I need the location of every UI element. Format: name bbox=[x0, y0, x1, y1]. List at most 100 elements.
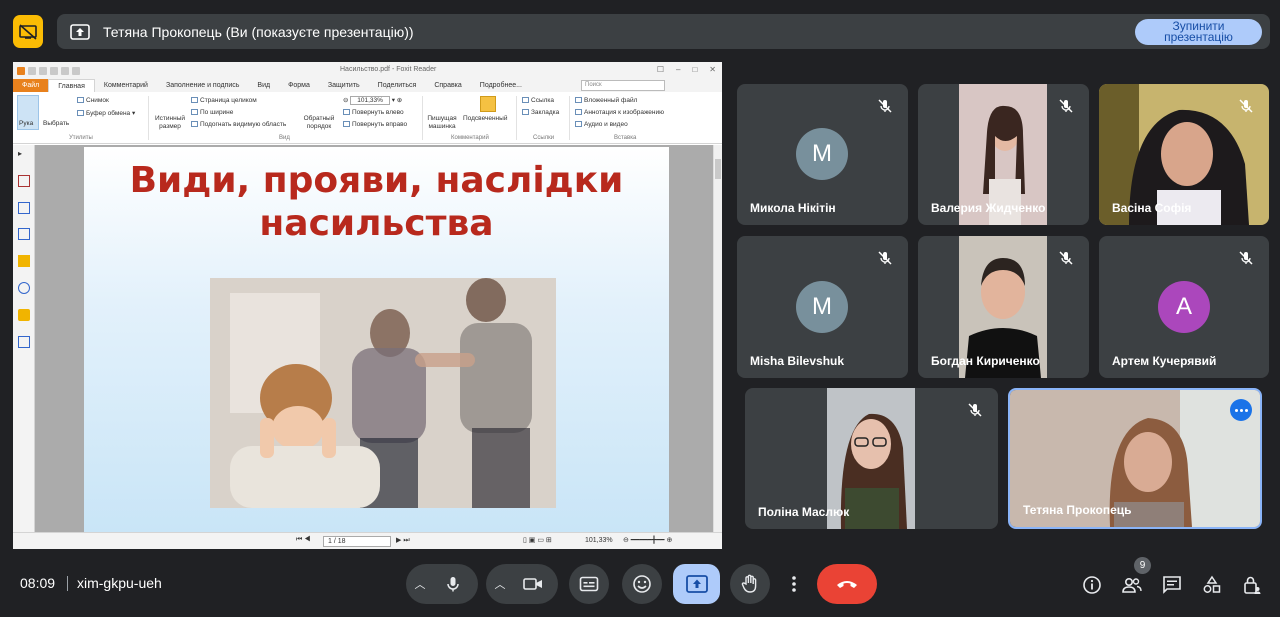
document-canvas[interactable]: Види, прояви, наслідки насильства bbox=[35, 145, 713, 532]
present-screen-icon bbox=[685, 575, 708, 593]
slide-photo bbox=[210, 278, 556, 508]
participant-name: Васіна Софія bbox=[1112, 201, 1192, 215]
window-controls[interactable]: ☐ – □ ✕ bbox=[657, 65, 716, 74]
more-options-icon[interactable] bbox=[1230, 399, 1252, 421]
lock-person-icon bbox=[1244, 576, 1261, 594]
tab-form[interactable]: Форма bbox=[279, 79, 319, 92]
participant-name: Поліна Маслюк bbox=[758, 505, 850, 519]
presenting-indicator-icon bbox=[13, 15, 43, 48]
select-tool-button[interactable]: Выбрать bbox=[43, 120, 69, 127]
more-options-button[interactable] bbox=[782, 564, 806, 604]
tab-protect[interactable]: Защитить bbox=[319, 79, 369, 92]
fit-width-button[interactable]: По ширине bbox=[191, 109, 233, 116]
rotate-right-button[interactable]: Повернуть вправо bbox=[343, 121, 407, 128]
close-icon[interactable]: ✕ bbox=[709, 65, 716, 74]
fit-visible-button[interactable]: Подогнать видимую область bbox=[191, 121, 286, 128]
tab-file[interactable]: Файл bbox=[13, 79, 49, 92]
participant-tile[interactable]: Васіна Софія bbox=[1099, 84, 1269, 225]
activities-button[interactable] bbox=[1200, 573, 1224, 597]
fit-page-button[interactable]: Страница целиком bbox=[191, 97, 257, 104]
microphone-control: ︿ bbox=[406, 564, 478, 604]
zoom-field[interactable]: ⊖ 101,33% ▾ ⊕ bbox=[343, 96, 402, 105]
people-button[interactable] bbox=[1120, 573, 1144, 597]
camera-button[interactable] bbox=[511, 564, 555, 604]
page-nav-next-icon[interactable]: ▶ ⏭ bbox=[396, 536, 410, 545]
participant-tile[interactable]: Богдан Кириченко bbox=[918, 236, 1089, 378]
participant-count-badge: 9 bbox=[1134, 557, 1151, 574]
pdf-vertical-scrollbar[interactable] bbox=[713, 145, 722, 532]
view-mode-icons[interactable]: ▯ ▣ ▭ ⊞ bbox=[523, 536, 552, 544]
presentation-banner: Тетяна Прокопець (Ви (показуєте презента… bbox=[57, 14, 1270, 49]
bookmarks-icon[interactable] bbox=[18, 175, 30, 187]
participant-tile[interactable]: A Артем Кучерявий bbox=[1099, 236, 1269, 378]
quick-access-toolbar[interactable] bbox=[17, 66, 80, 75]
people-icon bbox=[1122, 577, 1142, 593]
page-nav-prev-icon[interactable]: ⏮ ◀ bbox=[296, 536, 311, 544]
layers-icon[interactable] bbox=[18, 228, 30, 240]
present-now-button[interactable] bbox=[673, 564, 720, 604]
avatar: M bbox=[796, 281, 848, 333]
self-view-tile[interactable]: Тетяна Прокопець bbox=[1008, 388, 1262, 529]
chat-button[interactable] bbox=[1160, 573, 1184, 597]
presenter-title: Тетяна Прокопець (Ви (показуєте презента… bbox=[103, 23, 414, 40]
zoom-slider[interactable]: ⊖ ━━━━━╋━━ ⊕ bbox=[623, 536, 672, 544]
group-insert: Вставка bbox=[614, 135, 637, 141]
maximize-icon[interactable]: □ bbox=[692, 65, 697, 74]
shared-screen: Насильство.pdf - Foxit Reader ☐ – □ ✕ Файл … bbox=[13, 62, 722, 549]
audio-options-chevron-icon[interactable]: ︿ bbox=[409, 564, 431, 604]
participant-tile[interactable]: Валерия Жидченко bbox=[918, 84, 1089, 225]
comments-icon[interactable] bbox=[18, 255, 30, 267]
hand-icon bbox=[741, 574, 757, 593]
bookmark-button[interactable]: Закладка bbox=[522, 109, 559, 116]
panel-expand-icon[interactable]: ▸ bbox=[18, 149, 30, 161]
security-lock-icon[interactable] bbox=[18, 309, 30, 321]
host-controls-button[interactable] bbox=[1240, 573, 1264, 597]
slide-title: Види, прояви, наслідки насильства bbox=[129, 160, 624, 244]
typewriter-button[interactable]: Пишущая машинка bbox=[424, 115, 460, 131]
signature-icon[interactable] bbox=[18, 336, 30, 348]
page-number-input[interactable]: 1 / 18 bbox=[323, 536, 391, 547]
captions-button[interactable] bbox=[569, 564, 609, 604]
ribbon-toggle-icon[interactable]: ☐ bbox=[657, 65, 664, 74]
tab-fill-sign[interactable]: Заполнение и подпись bbox=[157, 79, 248, 92]
highlight-icon[interactable] bbox=[480, 96, 496, 112]
participant-tile[interactable]: Поліна Маслюк bbox=[745, 388, 998, 529]
group-view: Вид bbox=[279, 135, 290, 141]
mic-muted-icon bbox=[968, 403, 982, 417]
participant-tile[interactable]: M Микола Нікітін bbox=[737, 84, 908, 225]
minimize-icon[interactable]: – bbox=[676, 65, 680, 74]
tab-home[interactable]: Главная bbox=[48, 79, 95, 92]
reverse-order-button[interactable]: Обратный порядок bbox=[302, 115, 336, 131]
ribbon: Рука Выбрать Снимок Буфер обмена ▾ Утили… bbox=[13, 92, 722, 144]
reactions-button[interactable] bbox=[622, 564, 662, 604]
tab-comment[interactable]: Комментарий bbox=[95, 79, 157, 92]
clipboard-button[interactable]: Буфер обмена ▾ bbox=[77, 109, 135, 117]
pages-icon[interactable] bbox=[18, 202, 30, 214]
emoji-icon bbox=[633, 575, 651, 593]
microphone-button[interactable] bbox=[431, 564, 475, 604]
participant-tile[interactable]: M Misha Bilevshuk bbox=[737, 236, 908, 378]
present-screen-icon bbox=[69, 23, 91, 41]
image-annotation-button[interactable]: Аннотация к изображению bbox=[575, 109, 664, 116]
highlight-button[interactable]: Подсвеченный bbox=[463, 115, 507, 122]
actual-size-button[interactable]: Истинный размер bbox=[153, 115, 187, 131]
tab-share[interactable]: Поделиться bbox=[369, 79, 426, 92]
leave-call-button[interactable] bbox=[817, 564, 877, 604]
tab-more[interactable]: Подробнее... bbox=[471, 79, 531, 92]
camera-control: ︿ bbox=[486, 564, 558, 604]
snapshot-button[interactable]: Снимок bbox=[77, 97, 109, 104]
participant-name: Misha Bilevshuk bbox=[750, 354, 845, 368]
link-button[interactable]: Ссылка bbox=[522, 97, 554, 104]
tab-help[interactable]: Справка bbox=[425, 79, 470, 92]
attachments-icon[interactable] bbox=[18, 282, 30, 294]
pdf-search-input[interactable]: Поиск bbox=[581, 80, 665, 91]
activities-icon bbox=[1203, 575, 1221, 593]
stop-presenting-button[interactable]: Зупинити презентацію bbox=[1135, 19, 1262, 45]
meeting-details-button[interactable] bbox=[1080, 573, 1104, 597]
rotate-left-button[interactable]: Повернуть влево bbox=[343, 109, 404, 116]
tab-view[interactable]: Вид bbox=[248, 79, 279, 92]
attachment-button[interactable]: Вложенный файл bbox=[575, 97, 637, 104]
audio-video-button[interactable]: Аудио и видео bbox=[575, 121, 628, 128]
video-options-chevron-icon[interactable]: ︿ bbox=[489, 564, 511, 604]
raise-hand-button[interactable] bbox=[730, 564, 770, 604]
